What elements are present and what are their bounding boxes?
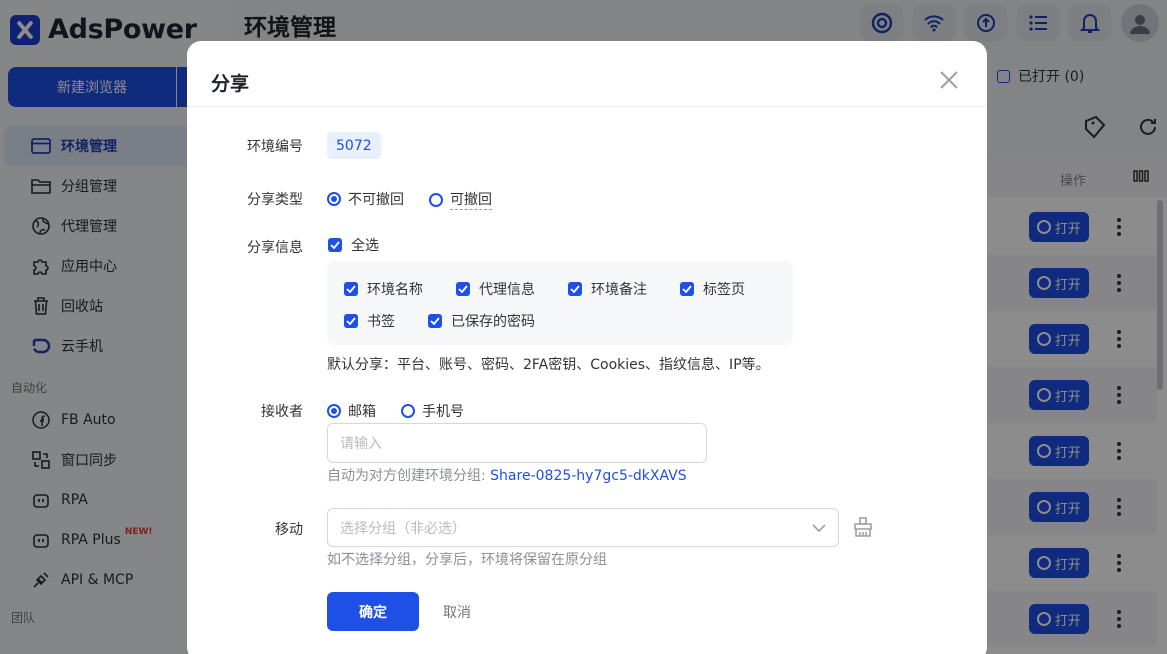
share-info-label: 分享信息 xyxy=(247,240,303,256)
auto-group-hint-text: 自动为对方创建环境分组: xyxy=(327,468,491,484)
group-select-placeholder: 选择分组（非必选） xyxy=(340,520,466,537)
receiver-input[interactable]: 请输入 xyxy=(327,423,707,463)
select-all-checkbox[interactable]: 全选 xyxy=(328,235,379,255)
confirm-button[interactable]: 确定 xyxy=(327,592,419,631)
checkbox-checked[interactable] xyxy=(344,314,358,328)
move-hint: 如不选择分组，分享后，环境将保留在原分组 xyxy=(327,552,607,568)
option-label: 书签 xyxy=(367,314,395,330)
move-label: 移动 xyxy=(275,522,303,538)
receiver-label: 接收者 xyxy=(261,404,303,420)
default-share-note: 默认分享：平台、账号、密码、2FA密钥、Cookies、指纹信息、IP等。 xyxy=(327,357,770,373)
share-info-options-box xyxy=(327,261,793,345)
radio-unchecked[interactable] xyxy=(401,404,415,418)
option-label: 手机号 xyxy=(422,404,464,420)
option-label: 标签页 xyxy=(703,282,745,298)
share-type-revocable-option[interactable]: 可撤回 xyxy=(429,189,492,210)
share-type-irrevocable-option[interactable]: 不可撤回 xyxy=(327,189,404,209)
share-info-tabs[interactable]: 标签页 xyxy=(680,279,745,299)
radio-checked[interactable] xyxy=(327,192,341,206)
receiver-email-option[interactable]: 邮箱 xyxy=(327,401,376,421)
radio-checked[interactable] xyxy=(327,404,341,418)
option-label: 已保存的密码 xyxy=(451,314,535,330)
env-id-tag: 5072 xyxy=(327,132,381,159)
share-type-label: 分享类型 xyxy=(247,192,303,208)
group-select[interactable]: 选择分组（非必选） xyxy=(327,508,839,547)
clear-broom-icon[interactable] xyxy=(852,517,874,541)
dialog-divider xyxy=(187,106,987,107)
share-info-env-remark[interactable]: 环境备注 xyxy=(568,279,647,299)
option-label: 不可撤回 xyxy=(348,192,404,208)
share-info-env-name[interactable]: 环境名称 xyxy=(344,279,423,299)
option-label: 环境名称 xyxy=(367,282,423,298)
checkbox-checked[interactable] xyxy=(344,282,358,296)
option-label: 可撤回 xyxy=(450,189,492,210)
share-info-saved-passwords[interactable]: 已保存的密码 xyxy=(428,311,535,331)
radio-unchecked[interactable] xyxy=(429,192,443,207)
close-icon[interactable] xyxy=(937,68,961,92)
share-dialog: 分享 环境编号 5072 分享类型 不可撤回 可撤回 分享信息 全选 环境名称 … xyxy=(187,41,987,654)
checkbox-checked[interactable] xyxy=(328,238,342,252)
cancel-button[interactable]: 取消 xyxy=(443,602,471,622)
share-info-proxy[interactable]: 代理信息 xyxy=(456,279,535,299)
dialog-title: 分享 xyxy=(211,73,250,95)
checkbox-checked[interactable] xyxy=(428,314,442,328)
auto-group-name: Share-0825-hy7gc5-dkXAVS xyxy=(490,468,687,484)
share-info-bookmarks[interactable]: 书签 xyxy=(344,311,395,331)
checkbox-checked[interactable] xyxy=(456,282,470,296)
env-id-label: 环境编号 xyxy=(247,139,303,155)
option-label: 环境备注 xyxy=(591,282,647,298)
receiver-phone-option[interactable]: 手机号 xyxy=(401,401,464,421)
option-label: 代理信息 xyxy=(479,282,535,298)
chevron-down-icon xyxy=(812,521,826,537)
auto-group-hint: 自动为对方创建环境分组: Share-0825-hy7gc5-dkXAVS xyxy=(327,465,687,485)
checkbox-checked[interactable] xyxy=(680,282,694,296)
option-label: 邮箱 xyxy=(348,404,376,420)
option-label: 全选 xyxy=(351,238,379,254)
checkbox-checked[interactable] xyxy=(568,282,582,296)
